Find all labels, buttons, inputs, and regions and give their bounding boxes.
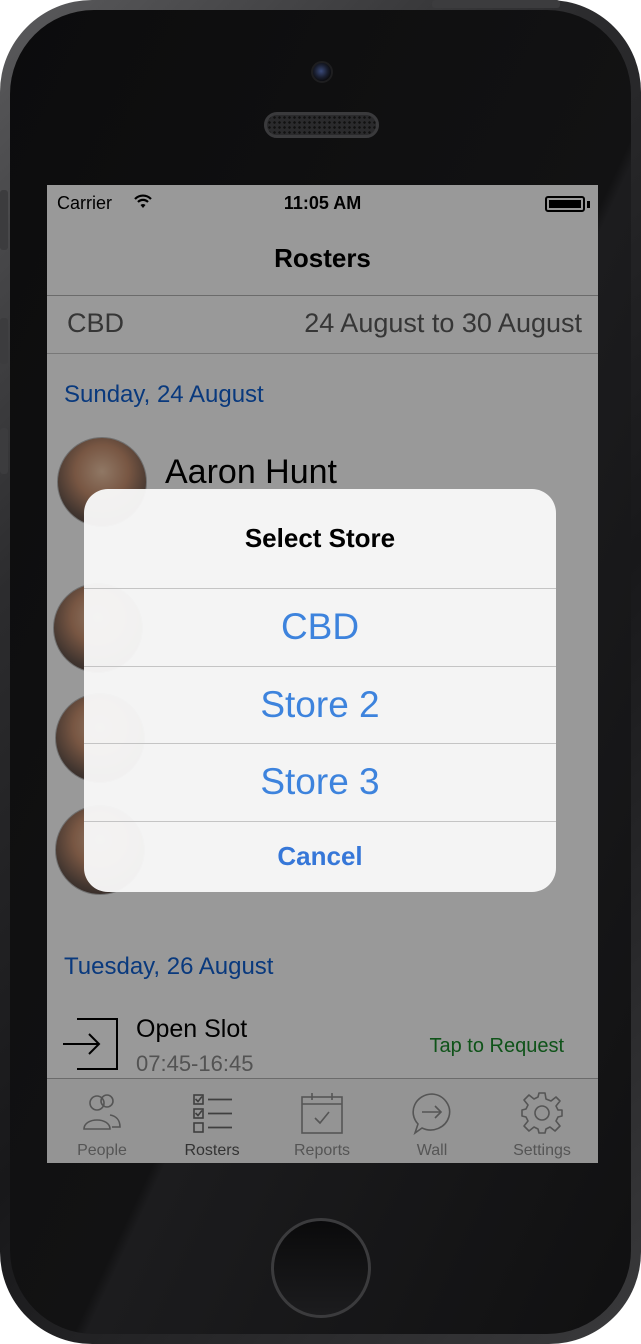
store-option-cbd[interactable]: CBD [84, 588, 556, 666]
volume-down-button [0, 428, 8, 474]
earpiece-speaker [264, 112, 379, 138]
volume-up-button [0, 318, 8, 364]
home-button[interactable] [271, 1218, 371, 1318]
front-camera [311, 61, 333, 83]
phone-frame: Carrier 11:05 AM Rosters CBD 24 August t… [0, 0, 641, 1344]
store-option-store-2[interactable]: Store 2 [84, 666, 556, 744]
cancel-button[interactable]: Cancel [84, 821, 556, 892]
store-option-store-3[interactable]: Store 3 [84, 743, 556, 821]
app-screen: Carrier 11:05 AM Rosters CBD 24 August t… [47, 185, 598, 1163]
select-store-alert: Select Store CBD Store 2 Store 3 Cancel [84, 489, 556, 892]
mute-switch [0, 190, 8, 250]
power-button [432, 0, 560, 8]
alert-title: Select Store [244, 523, 396, 553]
